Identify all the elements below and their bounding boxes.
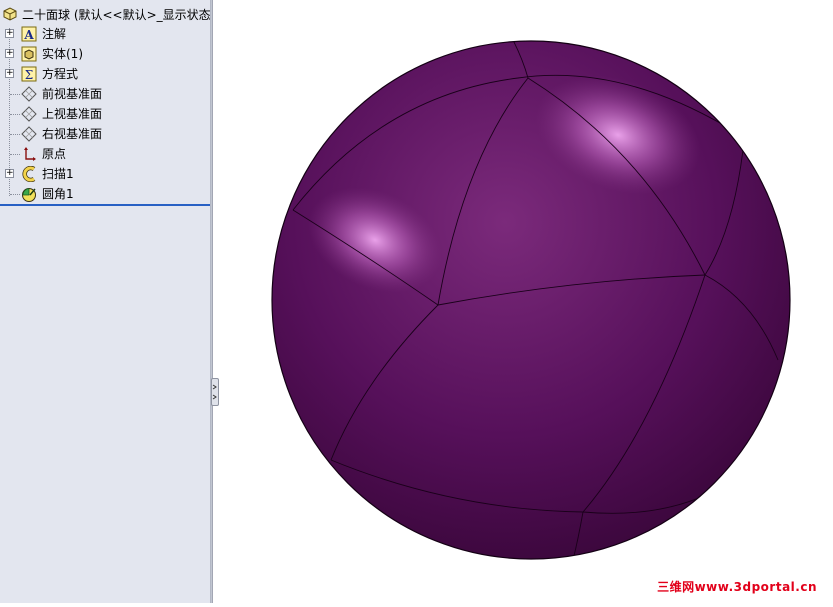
- tree-item-annotations[interactable]: + A 注解: [0, 24, 210, 44]
- tree-item-label: 扫描1: [42, 167, 74, 181]
- tree-item-label: 方程式: [42, 67, 79, 81]
- tree-item-origin[interactable]: 原点: [0, 144, 210, 164]
- rollback-bar[interactable]: [0, 204, 210, 206]
- graphics-viewport[interactable]: [213, 0, 833, 603]
- expand-sweep-button[interactable]: +: [5, 169, 14, 178]
- plane-icon: [21, 106, 37, 122]
- tree-item-label: 原点: [42, 147, 67, 161]
- fillet-icon: [22, 188, 36, 202]
- tree-item-top-plane[interactable]: 上视基准面: [0, 104, 210, 124]
- feature-manager-tree: 二十面球 (默认<<默认>_显示状态 + A 注解 + 实体(1) + Σ 方程…: [0, 0, 211, 603]
- tree-item-sweep[interactable]: + 扫描1: [0, 164, 210, 184]
- tree-item-label: 实体(1): [42, 47, 83, 61]
- sweep-icon: [22, 166, 36, 182]
- tree-item-label: 上视基准面: [42, 107, 103, 121]
- equations-icon: Σ: [21, 66, 37, 82]
- icosphere-model[interactable]: [213, 0, 833, 603]
- part-icon: [3, 7, 17, 21]
- plane-icon: [21, 86, 37, 102]
- tree-root-label: 二十面球 (默认<<默认>_显示状态: [22, 8, 211, 22]
- tree-item-label: 前视基准面: [42, 87, 103, 101]
- svg-text:A: A: [23, 28, 34, 42]
- expand-equations-button[interactable]: +: [5, 69, 14, 78]
- tree-item-front-plane[interactable]: 前视基准面: [0, 84, 210, 104]
- expand-solid-bodies-button[interactable]: +: [5, 49, 14, 58]
- tree-item-equations[interactable]: + Σ 方程式: [0, 64, 210, 84]
- solid-bodies-icon: [21, 46, 37, 62]
- annotation-icon: A: [21, 26, 37, 42]
- tree-item-solid-bodies[interactable]: + 实体(1): [0, 44, 210, 64]
- watermark-text: 三维网www.3dportal.cn: [657, 580, 817, 594]
- svg-text:Σ: Σ: [25, 68, 33, 82]
- tree-root[interactable]: 二十面球 (默认<<默认>_显示状态: [0, 5, 211, 25]
- origin-icon: [24, 147, 36, 161]
- tree-item-label: 注解: [42, 27, 67, 41]
- expand-annotations-button[interactable]: +: [5, 29, 14, 38]
- tree-item-fillet[interactable]: 圆角1: [0, 184, 210, 204]
- tree-item-label: 圆角1: [42, 187, 74, 201]
- plane-icon: [21, 126, 37, 142]
- tree-item-right-plane[interactable]: 右视基准面: [0, 124, 210, 144]
- tree-item-label: 右视基准面: [42, 127, 103, 141]
